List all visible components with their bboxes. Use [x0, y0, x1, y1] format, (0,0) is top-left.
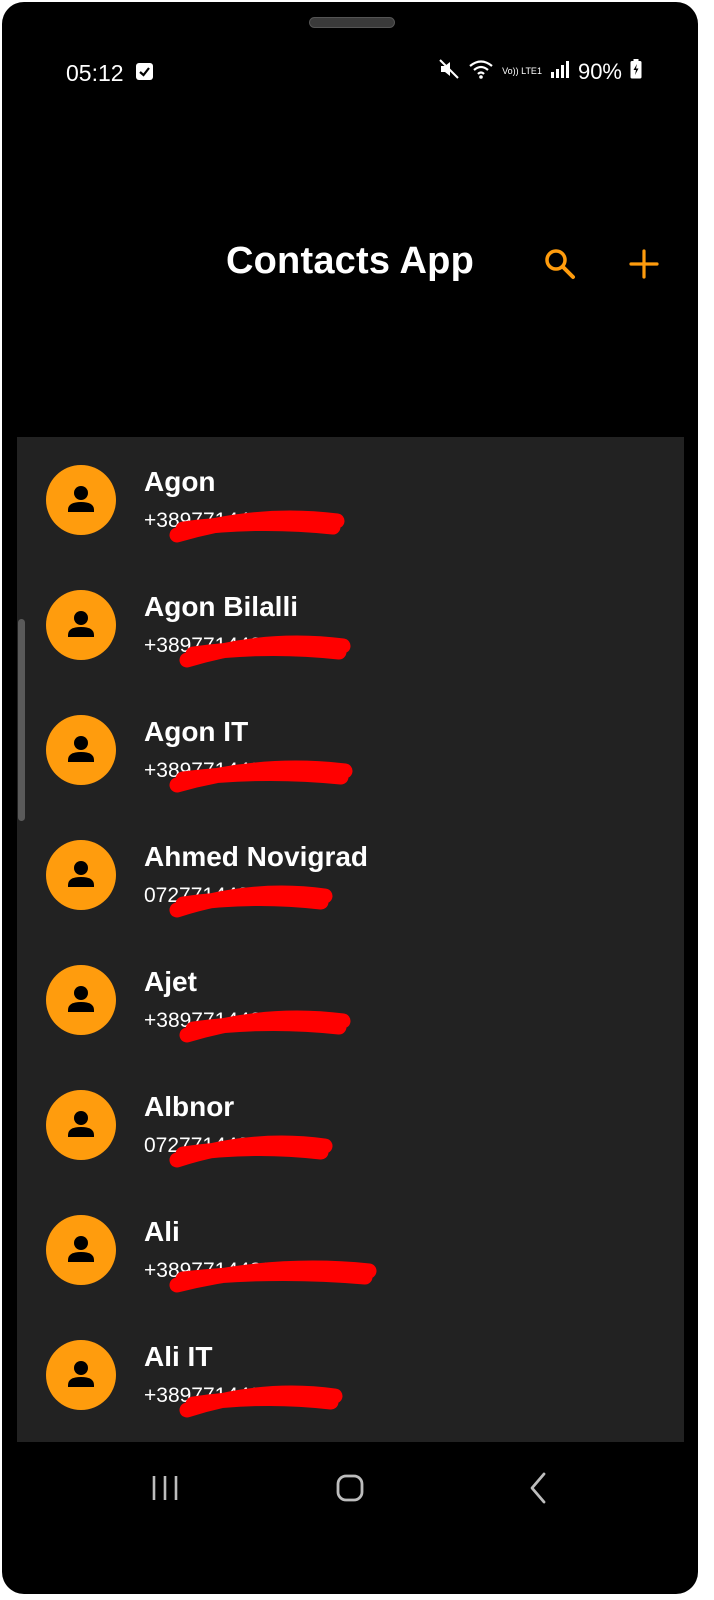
- home-icon: [336, 1474, 364, 1502]
- status-bar: 05:12 Vo)) LTE1 90%: [2, 54, 698, 94]
- wifi-icon: [468, 58, 494, 85]
- contact-phone: +3897714488: [144, 634, 274, 657]
- redaction-scribble: [179, 1010, 351, 1043]
- battery-percent: 90%: [577, 58, 622, 84]
- contact-name: Ajet: [144, 966, 197, 997]
- contact-name: Agon IT: [144, 716, 249, 747]
- contact-avatar: [46, 1090, 116, 1160]
- person-icon: [68, 611, 94, 637]
- redaction-scribble: [169, 885, 333, 918]
- contact-avatar: [46, 590, 116, 660]
- contact-list[interactable]: Agon +3897714488 Agon Bilalli +3897714488 Ag…: [17, 437, 684, 1442]
- screen: 05:12 Vo)) LTE1 90% Contacts App Agon +3…: [2, 2, 698, 1594]
- network-label: Vo)) LTE1: [502, 66, 542, 76]
- checkbox-notification-icon: [136, 63, 153, 80]
- search-icon: [545, 249, 575, 279]
- person-icon: [68, 1236, 94, 1262]
- contact-phone: 0727714488: [144, 1134, 261, 1157]
- contact-row[interactable]: Agon +3897714488: [17, 437, 684, 562]
- app-title: Contacts App: [226, 240, 474, 282]
- status-icons: Vo)) LTE1 90%: [438, 58, 642, 85]
- contact-row[interactable]: Ajet +3897714488: [17, 937, 684, 1062]
- contact-name: Agon: [144, 466, 216, 497]
- contact-avatar: [46, 465, 116, 535]
- mute-icon: [438, 58, 460, 85]
- contact-phone: +3897714488: [144, 1259, 274, 1282]
- person-icon: [68, 1111, 94, 1137]
- person-icon: [68, 736, 94, 762]
- contact-avatar: [46, 965, 116, 1035]
- contact-row[interactable]: Ali +3897714488: [17, 1187, 684, 1312]
- earpiece-speaker: [309, 17, 395, 28]
- recents-icon: [152, 1476, 178, 1500]
- contact-name: Albnor: [144, 1091, 235, 1122]
- battery-icon: [630, 59, 642, 84]
- person-icon: [68, 986, 94, 1012]
- contact-name: Ali IT: [144, 1341, 213, 1372]
- redaction-scribble: [169, 760, 353, 793]
- contact-row[interactable]: Albnor 0727714488: [17, 1062, 684, 1187]
- app-bar: Contacts App: [2, 222, 698, 306]
- redaction-scribble: [169, 1260, 377, 1293]
- contact-avatar: [46, 1215, 116, 1285]
- person-icon: [68, 486, 94, 512]
- scroll-handle[interactable]: [18, 619, 25, 821]
- status-time: 05:12: [66, 60, 124, 86]
- redaction-scribble: [179, 1385, 343, 1418]
- contact-phone: +3897714488: [144, 1009, 274, 1032]
- search-button[interactable]: [540, 244, 580, 284]
- contact-phone: +3897714488: [144, 759, 274, 782]
- contact-avatar: [46, 1340, 116, 1410]
- navigation-bar: [2, 1442, 698, 1542]
- contact-phone: +3897714488: [144, 1384, 274, 1407]
- contact-row[interactable]: Ali IT +3897714488: [17, 1312, 684, 1437]
- home-button[interactable]: [326, 1468, 374, 1508]
- recents-button[interactable]: [141, 1468, 189, 1508]
- person-icon: [68, 861, 94, 887]
- back-button[interactable]: [514, 1468, 562, 1508]
- back-icon: [530, 1472, 546, 1504]
- contact-phone: 0727714488: [144, 884, 261, 907]
- contact-row[interactable]: Ahmed Novigrad 0727714488: [17, 812, 684, 937]
- plus-icon: [629, 249, 659, 279]
- contact-phone: +3897714488: [144, 509, 274, 532]
- contact-name: Ali: [144, 1216, 180, 1247]
- contact-name: Agon Bilalli: [144, 591, 298, 622]
- signal-icon: [550, 59, 570, 84]
- redaction-scribble: [169, 1135, 333, 1168]
- contact-avatar: [46, 715, 116, 785]
- contact-name: Ahmed Novigrad: [144, 841, 369, 872]
- person-icon: [68, 1361, 94, 1387]
- redaction-scribble: [179, 635, 351, 668]
- contact-row[interactable]: Agon Bilalli +3897714488: [17, 562, 684, 687]
- contact-avatar: [46, 840, 116, 910]
- add-contact-button[interactable]: [624, 244, 664, 284]
- phone-frame: 05:12 Vo)) LTE1 90% Contacts App Agon +3…: [0, 0, 714, 1600]
- redaction-scribble: [169, 510, 345, 543]
- contact-row[interactable]: Agon IT +3897714488: [17, 687, 684, 812]
